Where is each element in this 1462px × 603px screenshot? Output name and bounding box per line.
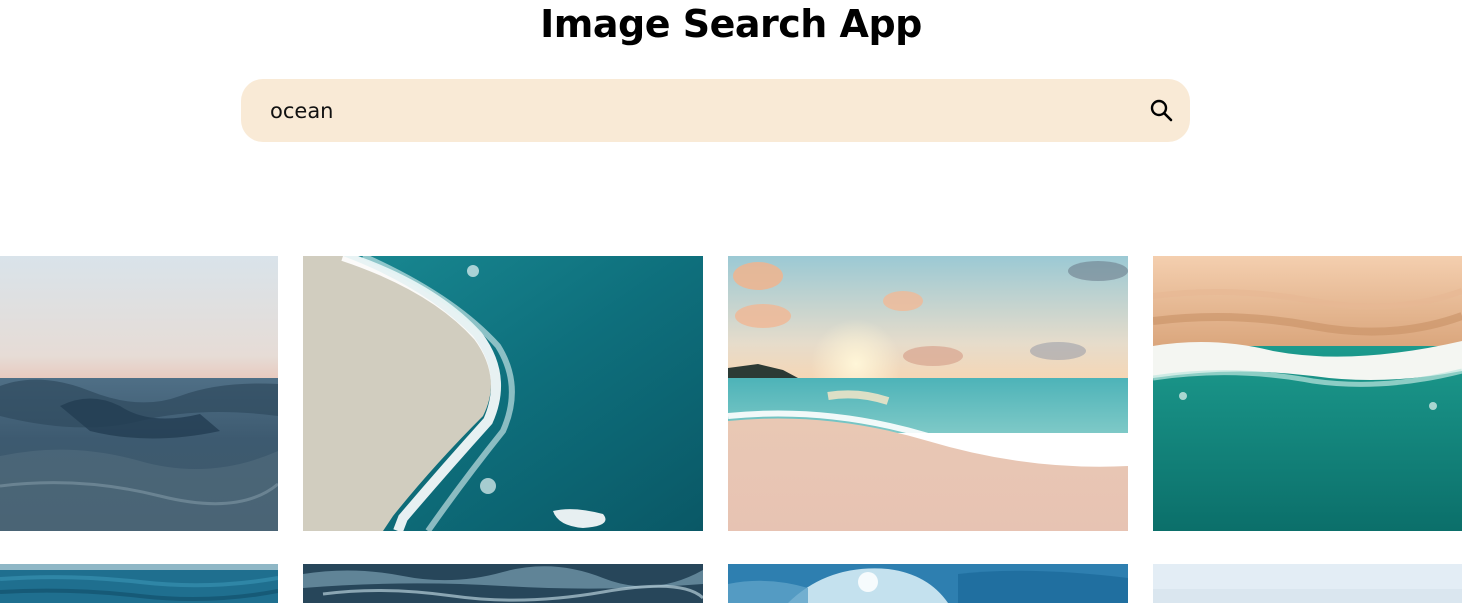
result-image-4[interactable] [1153,256,1462,531]
search-bar [241,79,1190,142]
app-root: Image Search App [0,0,1462,603]
result-image-1[interactable] [0,256,278,531]
beach-sunset-image [728,256,1128,531]
search-icon [1150,99,1173,122]
search-button[interactable] [1148,97,1176,125]
search-input[interactable] [270,79,1130,142]
result-image-6[interactable] [303,564,703,603]
result-image-5[interactable] [0,564,278,603]
aerial-beach-waves-image [303,256,703,531]
dark-foamy-water-image [303,564,703,603]
page-title: Image Search App [540,2,922,46]
result-image-2[interactable] [303,256,703,531]
pale-sky-image [1153,564,1462,603]
ocean-horizon-image [0,564,278,603]
calm-ocean-surface-image [0,256,278,531]
aerial-sand-shoreline-image [1153,256,1462,531]
crashing-wave-image [728,564,1128,603]
result-image-3[interactable] [728,256,1128,531]
result-image-8[interactable] [1153,564,1462,603]
result-image-7[interactable] [728,564,1128,603]
